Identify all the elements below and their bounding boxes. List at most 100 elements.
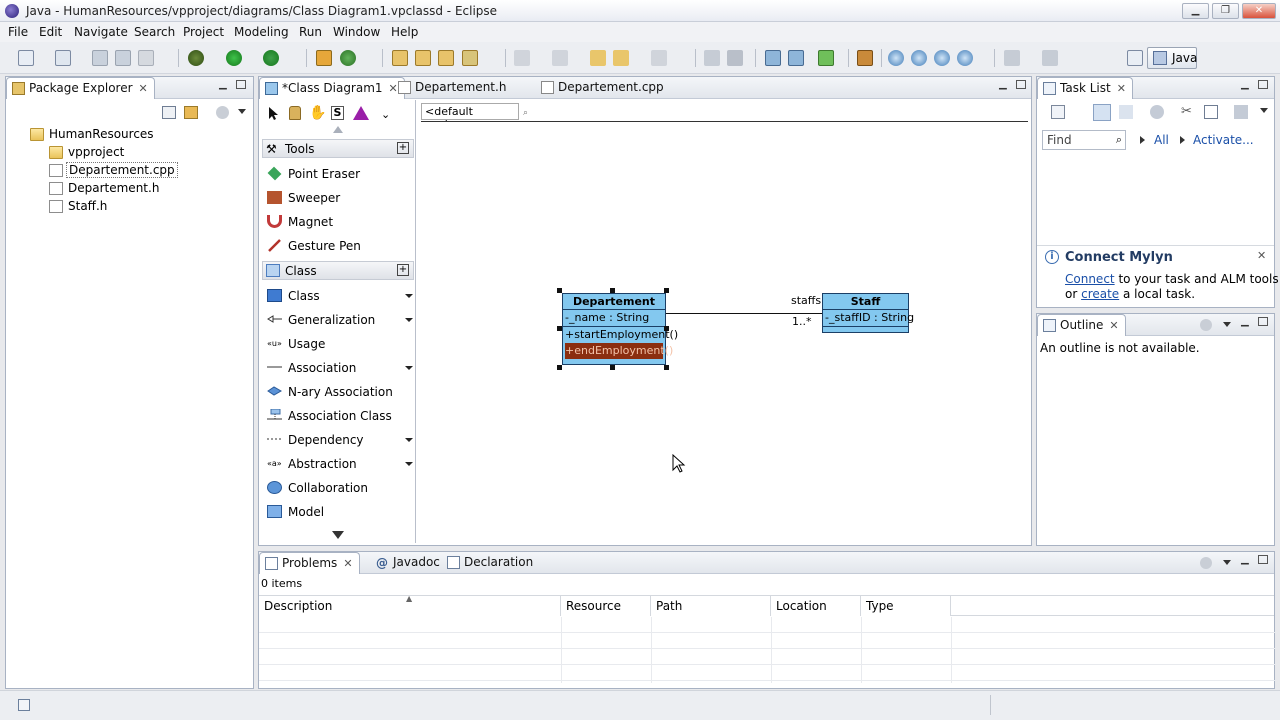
back-icon[interactable] [613, 50, 629, 66]
palette-item-class[interactable]: Class [267, 286, 413, 306]
chevron-down-icon[interactable] [238, 109, 246, 114]
dropdown-arrow-icon[interactable] [405, 294, 413, 298]
new-class-icon[interactable] [340, 50, 356, 66]
tab-javadoc[interactable]: @ Javadoc [371, 552, 446, 574]
fast-view-icon[interactable] [18, 699, 30, 711]
palette-drawer-class[interactable]: Class + [262, 261, 414, 280]
pin-icon[interactable]: + [397, 264, 409, 276]
hand-icon[interactable]: ✋ [309, 105, 326, 121]
menu-edit[interactable]: Edit [39, 25, 62, 39]
column-path[interactable]: Path [651, 596, 771, 616]
new-package-icon[interactable] [316, 50, 332, 66]
palette-item-nary-association[interactable]: N-ary Association [267, 382, 413, 402]
forward-icon[interactable] [651, 50, 667, 66]
focus-icon[interactable] [1150, 105, 1164, 119]
chevron-down-icon[interactable] [1223, 560, 1231, 565]
link-editor-icon[interactable] [184, 106, 198, 119]
all-link[interactable]: All [1154, 133, 1169, 147]
activate-link[interactable]: Activate... [1193, 133, 1254, 147]
select-arrow-icon[interactable] [266, 106, 280, 121]
scroll-up-icon[interactable] [333, 126, 343, 133]
collapse-all-icon[interactable] [1204, 105, 1218, 119]
tab-outline[interactable]: Outline ✕ [1037, 314, 1126, 336]
open-task-icon[interactable] [438, 50, 454, 66]
tab-task-list[interactable]: Task List ✕ [1037, 77, 1133, 99]
column-location[interactable]: Location [771, 596, 861, 616]
column-resource[interactable]: Resource [561, 596, 651, 616]
selection-handle[interactable] [610, 288, 615, 293]
palette-item-collaboration[interactable]: Collaboration [267, 478, 413, 498]
menu-window[interactable]: Window [333, 25, 380, 39]
diagram-tool-2-icon[interactable] [727, 50, 743, 66]
pin-icon[interactable]: + [397, 142, 409, 154]
breadcrumb-more-icon[interactable]: ⌕ [523, 108, 528, 118]
palette-item-magnet[interactable]: Magnet [267, 212, 413, 232]
tab-class-diagram[interactable]: *Class Diagram1 ✕ [259, 77, 405, 99]
open-resource-icon[interactable] [415, 50, 431, 66]
save-icon[interactable] [92, 50, 108, 66]
tab-package-explorer[interactable]: Package Explorer ✕ [6, 77, 155, 99]
zoom-menu-icon[interactable] [957, 50, 973, 66]
zoom-in-icon[interactable] [888, 50, 904, 66]
vp-tool-1-icon[interactable] [765, 50, 781, 66]
selection-handle[interactable] [557, 365, 562, 370]
open-perspective-icon[interactable] [1127, 50, 1143, 66]
zoom-out-icon[interactable] [911, 50, 927, 66]
palette-item-abstraction[interactable]: «a» Abstraction [267, 454, 413, 474]
maximize-view-icon[interactable] [1016, 80, 1026, 89]
close-button[interactable]: ✕ [1242, 3, 1276, 19]
menu-search[interactable]: Search [134, 25, 175, 39]
view-menu-icon[interactable] [1200, 557, 1212, 569]
align-icon[interactable] [1004, 50, 1020, 66]
diagram-canvas[interactable]: staffs 1..* Departement -_name : String … [421, 121, 1028, 542]
dropdown-arrow-icon[interactable] [405, 462, 413, 466]
create-link[interactable]: create [1081, 287, 1119, 301]
selection-handle[interactable] [664, 365, 669, 370]
minimize-view-icon[interactable]: ▁ [1241, 317, 1253, 329]
perspective-java-button[interactable]: Java [1147, 47, 1197, 69]
zoom-fit-icon[interactable] [934, 50, 950, 66]
last-edit-icon[interactable] [590, 50, 606, 66]
palette-item-point-eraser[interactable]: Point Eraser [267, 164, 413, 184]
minimize-view-icon[interactable]: ▁ [219, 80, 231, 92]
dropdown-arrow-icon[interactable] [405, 438, 413, 442]
selection-handle[interactable] [557, 326, 562, 331]
maximize-button[interactable]: ❐ [1212, 3, 1239, 19]
selection-handle[interactable] [557, 288, 562, 293]
brush-icon[interactable] [857, 50, 873, 66]
shape-icon[interactable] [353, 106, 369, 120]
view-menu-icon[interactable] [1200, 319, 1212, 331]
tab-problems[interactable]: Problems ✕ [259, 552, 360, 574]
search-toolbar-icon[interactable] [462, 50, 478, 66]
scheduled-icon[interactable] [1119, 105, 1133, 119]
breadcrumb[interactable]: <default package> [421, 103, 519, 131]
tab-departement-h[interactable]: Departement.h [393, 77, 512, 99]
view-menu-icon[interactable] [216, 106, 229, 119]
menu-project[interactable]: Project [183, 25, 224, 39]
categorized-icon[interactable] [1093, 104, 1111, 121]
palette-item-association[interactable]: Association [267, 358, 413, 378]
dropdown-arrow-icon[interactable] [405, 318, 413, 322]
close-icon[interactable]: ✕ [1109, 319, 1118, 332]
previous-annotation-icon[interactable] [552, 50, 568, 66]
palette-item-generalization[interactable]: Generalization [267, 310, 413, 330]
hide-completed-icon[interactable]: ✂ [1181, 104, 1192, 119]
maximize-view-icon[interactable] [1258, 555, 1268, 564]
maximize-view-icon[interactable] [236, 80, 246, 89]
debug-icon[interactable] [188, 50, 204, 66]
minimize-view-icon[interactable]: ▁ [999, 80, 1011, 92]
palette-item-usage[interactable]: «u» Usage [267, 334, 413, 354]
maximize-view-icon[interactable] [1258, 317, 1268, 326]
distribute-icon[interactable] [1042, 50, 1058, 66]
minimize-view-icon[interactable]: ▁ [1241, 555, 1253, 567]
palette-item-dependency[interactable]: Dependency [267, 430, 413, 450]
selection-handle[interactable] [610, 365, 615, 370]
chevron-down-icon[interactable] [1260, 108, 1268, 113]
run-external-icon[interactable] [263, 50, 279, 66]
sync-icon[interactable] [1234, 105, 1248, 119]
scroll-down-icon[interactable] [332, 531, 344, 539]
menu-navigate[interactable]: Navigate [74, 25, 128, 39]
menu-file[interactable]: File [8, 25, 28, 39]
print-icon[interactable] [138, 50, 154, 66]
tab-departement-cpp[interactable]: Departement.cpp [536, 77, 670, 99]
